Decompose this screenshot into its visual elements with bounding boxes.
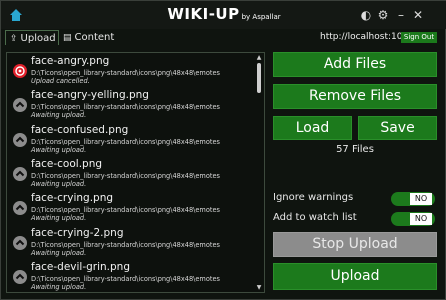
scroll-thumb[interactable] xyxy=(257,63,261,93)
ignore-warnings-label: Ignore warnings xyxy=(273,192,354,203)
list-item[interactable]: face-crying.png D:\Ticons\open_library-st… xyxy=(7,192,251,226)
save-button[interactable]: Save xyxy=(358,116,437,140)
title-bar: WIKI-UP by Aspallar ◐ ⚙ – ✕ xyxy=(1,1,446,29)
list-item[interactable]: face-crying-2.png D:\Ticons\open_library-… xyxy=(7,227,251,261)
file-status-message: Upload cancelled. xyxy=(31,77,90,85)
upload-icon: ⇪ xyxy=(10,34,18,44)
list-item[interactable]: face-devil-grin.png D:\Ticons\open_librar… xyxy=(7,260,251,292)
gear-icon[interactable]: ⚙ xyxy=(376,8,390,22)
file-path: D:\Ticons\open_library-standard\icons\pn… xyxy=(31,69,220,77)
files-count: 57 Files xyxy=(336,144,374,155)
file-status-message: Awaiting upload. xyxy=(31,214,87,223)
pending-upload-icon xyxy=(13,98,27,113)
tab-content-label: Content xyxy=(74,32,115,43)
scroll-up-icon[interactable]: ▲ xyxy=(255,55,263,61)
pending-upload-icon xyxy=(13,132,27,147)
file-path: D:\Ticons\open_library-standard\icons\pn… xyxy=(31,206,220,215)
app-subtitle: by Aspallar xyxy=(241,13,281,21)
file-path: D:\Ticons\open_library-standard\icons\pn… xyxy=(31,171,220,180)
file-path: D:\Ticons\open_library-standard\icons\pn… xyxy=(31,103,220,112)
tab-upload[interactable]: ⇪ Upload xyxy=(5,30,59,45)
ignore-warnings-toggle[interactable]: NO xyxy=(391,192,435,206)
add-files-button[interactable]: Add Files xyxy=(273,52,437,77)
load-button[interactable]: Load xyxy=(273,116,352,140)
app-title-text: WIKI-UP xyxy=(167,5,240,23)
upload-button[interactable]: Upload xyxy=(273,263,437,290)
file-status-message: Awaiting upload. xyxy=(31,248,87,257)
file-path: D:\Ticons\open_library-standard\icons\pn… xyxy=(31,274,220,283)
list-item[interactable]: face-confused.png D:\Ticons\open_library-… xyxy=(7,124,251,158)
file-name: face-cool.png xyxy=(31,157,103,170)
file-name: face-crying-2.png xyxy=(31,226,124,239)
tab-upload-label: Upload xyxy=(20,33,56,44)
content-icon: ▤ xyxy=(63,33,72,43)
list-scrollbar[interactable]: ▲ ▼ xyxy=(255,55,263,291)
tab-content[interactable]: ▤ Content xyxy=(59,30,117,45)
pending-upload-icon xyxy=(13,235,27,250)
watch-list-toggle[interactable]: NO xyxy=(391,212,435,226)
file-status-message: Awaiting upload. xyxy=(31,111,87,120)
file-list[interactable]: face-angry.png D:\Ticons\open_library-sta… xyxy=(6,52,265,293)
file-status-message: Awaiting upload. xyxy=(31,179,87,188)
sign-out-button[interactable]: Sign Out xyxy=(401,32,437,43)
ignore-warnings-value: NO xyxy=(410,193,432,205)
scroll-down-icon[interactable]: ▼ xyxy=(255,285,263,291)
app-window: WIKI-UP by Aspallar ◐ ⚙ – ✕ ⇪ Upload ▤ Cont… xyxy=(0,0,446,300)
file-status-message: Awaiting upload. xyxy=(31,145,87,154)
close-icon[interactable]: ✕ xyxy=(411,8,425,22)
file-status-message: Awaiting upload. xyxy=(31,282,87,291)
list-item[interactable]: face-angry-yelling.png D:\Ticons\open_lib… xyxy=(7,89,251,123)
file-name: face-angry.png xyxy=(31,55,110,67)
file-name: face-crying.png xyxy=(31,192,114,205)
remove-files-button[interactable]: Remove Files xyxy=(273,84,437,109)
file-path: D:\Ticons\open_library-standard\icons\pn… xyxy=(31,137,220,146)
pending-upload-icon xyxy=(13,201,27,216)
watch-list-label: Add to watch list xyxy=(273,212,357,223)
theme-icon[interactable]: ◐ xyxy=(359,8,373,22)
stop-upload-button[interactable]: Stop Upload xyxy=(273,232,437,257)
pending-upload-icon xyxy=(13,269,27,284)
file-name: face-confused.png xyxy=(31,123,129,136)
pending-upload-icon xyxy=(13,166,27,181)
file-name: face-angry-yelling.png xyxy=(31,89,149,102)
file-name: face-devil-grin.png xyxy=(31,260,130,273)
error-status-icon xyxy=(13,64,27,78)
watch-list-value: NO xyxy=(410,213,432,225)
list-item[interactable]: face-angry.png D:\Ticons\open_library-sta… xyxy=(7,55,251,89)
list-item[interactable]: face-cool.png D:\Ticons\open_library-stan… xyxy=(7,158,251,192)
minimize-icon[interactable]: – xyxy=(394,8,408,22)
file-path: D:\Ticons\open_library-standard\icons\pn… xyxy=(31,240,220,249)
